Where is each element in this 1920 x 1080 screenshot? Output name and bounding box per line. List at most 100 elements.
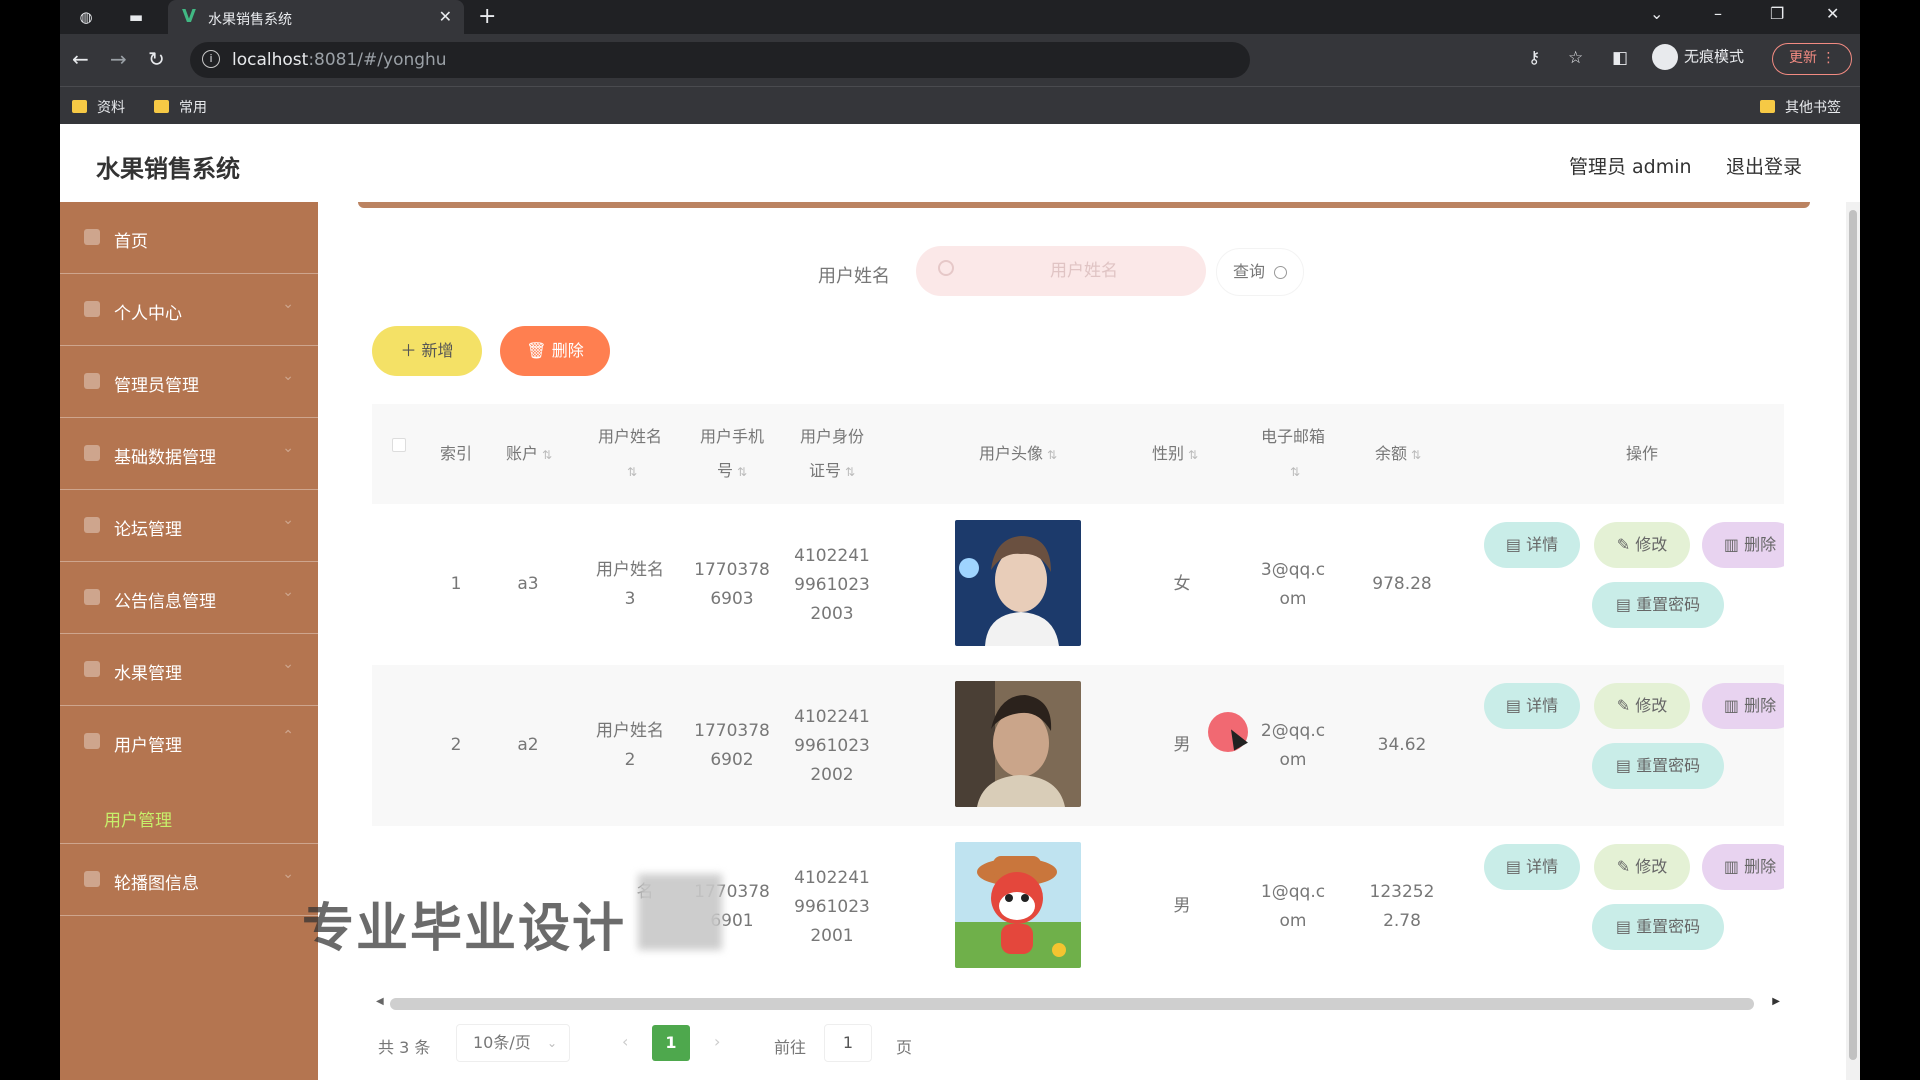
incognito-indicator[interactable]: 无痕模式 bbox=[1652, 44, 1744, 70]
page-number-current[interactable]: 1 bbox=[652, 1025, 690, 1061]
bookmark-folder[interactable]: 资料 bbox=[72, 97, 125, 117]
bookmark-label: 资料 bbox=[97, 100, 125, 116]
th-balance[interactable]: 余额 ⇅ bbox=[1358, 437, 1438, 472]
delete-button[interactable]: ▥ 删除 bbox=[1702, 683, 1784, 729]
sidebar-subitem-label: 用户管理 bbox=[104, 811, 172, 831]
batch-delete-button[interactable]: 🗑 删除 bbox=[500, 326, 610, 376]
sidebar-item-profile[interactable]: 个人中心 ⌄ bbox=[60, 274, 318, 346]
th-name[interactable]: 用户姓名 ⇅ bbox=[596, 420, 664, 489]
bookmark-folder[interactable]: 常用 bbox=[154, 97, 207, 117]
cell-text: 1@qq.c bbox=[1260, 882, 1326, 902]
next-page-icon[interactable]: › bbox=[714, 1032, 720, 1051]
sidebar-item-basic-data[interactable]: 基础数据管理 ⌄ bbox=[60, 418, 318, 490]
th-label: 用户手机号 bbox=[699, 427, 764, 480]
sidebar-item-label: 基础数据管理 bbox=[114, 448, 216, 468]
sidepanel-icon[interactable]: ◧ bbox=[1612, 48, 1628, 68]
globe-icon[interactable]: ◍ bbox=[76, 7, 96, 27]
reset-password-button[interactable]: ▤ 重置密码 bbox=[1592, 904, 1724, 950]
add-button[interactable]: ＋ 新增 bbox=[372, 326, 482, 376]
query-button[interactable]: 查询 bbox=[1216, 248, 1304, 296]
sidebar-item-users[interactable]: 用户管理 ⌃ bbox=[60, 706, 318, 778]
page-size-select[interactable]: 10条/页 ⌄ bbox=[456, 1024, 570, 1062]
th-account[interactable]: 账户 ⇅ bbox=[484, 437, 574, 472]
update-button[interactable]: 更新 ⋮ bbox=[1772, 43, 1852, 75]
tab-list-chevron-icon[interactable]: ⌄ bbox=[1650, 4, 1663, 23]
prev-page-icon[interactable]: ‹ bbox=[622, 1032, 628, 1051]
address-bar[interactable]: i localhost:8081/#/yonghu bbox=[190, 42, 1250, 78]
horizontal-scrollbar[interactable]: ◀ ▶ bbox=[372, 996, 1784, 1012]
scroll-right-icon[interactable]: ▶ bbox=[1772, 996, 1780, 1007]
sidebar-item-label: 轮播图信息 bbox=[114, 874, 199, 894]
detail-label: 详情 bbox=[1526, 696, 1559, 715]
reset-password-button[interactable]: ▤ 重置密码 bbox=[1592, 743, 1724, 789]
th-id-card[interactable]: 用户身份证号 ⇅ bbox=[796, 420, 868, 489]
cell-text: 2@qq.c bbox=[1260, 721, 1326, 741]
detail-label: 详情 bbox=[1526, 857, 1559, 876]
cell-text: 2002 bbox=[810, 765, 854, 785]
chevron-down-icon: ⌄ bbox=[282, 512, 294, 528]
restore-icon[interactable]: ❐ bbox=[1770, 4, 1784, 23]
sidebar-subitem-user-management[interactable]: 用户管理 bbox=[60, 788, 318, 844]
logout-button[interactable]: 退出登录 bbox=[1726, 152, 1802, 179]
th-label: 用户姓名 bbox=[597, 427, 662, 446]
edit-button[interactable]: ✎ 修改 bbox=[1594, 683, 1690, 729]
sidebar-item-label: 个人中心 bbox=[114, 304, 182, 324]
vertical-scrollbar[interactable] bbox=[1846, 202, 1860, 1080]
scrollbar-thumb[interactable] bbox=[1849, 210, 1857, 1060]
reset-password-button[interactable]: ▤ 重置密码 bbox=[1592, 582, 1724, 628]
goto-page-input[interactable]: 1 bbox=[824, 1024, 872, 1062]
new-tab-icon[interactable]: + bbox=[478, 4, 496, 29]
trash-icon: ▥ bbox=[1723, 535, 1745, 554]
admin-icon bbox=[84, 373, 100, 389]
sort-icon: ⇅ bbox=[626, 465, 638, 479]
cell-text: 978.28 bbox=[1372, 574, 1432, 594]
reload-icon[interactable]: ↻ bbox=[148, 47, 165, 71]
browser-toolbar: ← → ↻ i localhost:8081/#/yonghu ⚷ ☆ ◧ 无痕… bbox=[60, 34, 1860, 86]
info-icon[interactable]: i bbox=[202, 50, 220, 68]
th-label: 余额 bbox=[1374, 444, 1407, 463]
th-email[interactable]: 电子邮箱 ⇅ bbox=[1254, 420, 1332, 489]
back-icon[interactable]: ← bbox=[72, 47, 89, 71]
delete-label: 删除 bbox=[551, 341, 584, 360]
tab-search-icon[interactable]: ▬ bbox=[126, 7, 146, 27]
other-bookmarks-label: 其他书签 bbox=[1785, 100, 1841, 116]
url-text: localhost:8081/#/yonghu bbox=[232, 50, 447, 70]
scroll-left-icon[interactable]: ◀ bbox=[376, 996, 384, 1007]
close-tab-icon[interactable]: ✕ bbox=[439, 7, 452, 26]
key-icon[interactable]: ⚷ bbox=[1528, 48, 1540, 68]
bookmark-label: 常用 bbox=[179, 100, 207, 116]
name-search-input[interactable] bbox=[916, 246, 1206, 296]
sidebar-item-forum[interactable]: 论坛管理 ⌄ bbox=[60, 490, 318, 562]
th-phone[interactable]: 用户手机号 ⇅ bbox=[696, 420, 768, 489]
detail-button[interactable]: ▤ 详情 bbox=[1484, 683, 1580, 729]
sidebar-item-fruits[interactable]: 水果管理 ⌄ bbox=[60, 634, 318, 706]
cell-text: 9961023 bbox=[794, 897, 870, 917]
cell-email: 2@qq.c om bbox=[1248, 717, 1338, 775]
cell-index: 1 bbox=[450, 574, 462, 594]
th-avatar[interactable]: 用户头像 ⇅ bbox=[948, 437, 1088, 472]
pencil-icon: ✎ bbox=[1616, 857, 1636, 876]
forward-icon[interactable]: → bbox=[110, 47, 127, 71]
edit-button[interactable]: ✎ 修改 bbox=[1594, 844, 1690, 890]
delete-button[interactable]: ▥ 删除 bbox=[1702, 844, 1784, 890]
th-gender[interactable]: 性别 ⇅ bbox=[1138, 437, 1212, 472]
close-window-icon[interactable]: ✕ bbox=[1826, 4, 1839, 23]
select-all-checkbox[interactable] bbox=[392, 438, 406, 452]
sidebar-item-notices[interactable]: 公告信息管理 ⌄ bbox=[60, 562, 318, 634]
browser-tab[interactable]: V 水果销售系统 ✕ bbox=[168, 0, 464, 34]
edit-button[interactable]: ✎ 修改 bbox=[1594, 522, 1690, 568]
minimize-icon[interactable]: – bbox=[1714, 4, 1722, 23]
star-icon[interactable]: ☆ bbox=[1568, 48, 1583, 68]
home-icon bbox=[84, 229, 100, 245]
detail-button[interactable]: ▤ 详情 bbox=[1484, 522, 1580, 568]
other-bookmarks[interactable]: 其他书签 bbox=[1760, 97, 1841, 117]
document-icon: ▤ bbox=[1615, 756, 1637, 775]
sidebar-item-carousel[interactable]: 轮播图信息 ⌄ bbox=[60, 844, 318, 916]
cell-text: 1770378 bbox=[694, 560, 770, 580]
scrollbar-thumb[interactable] bbox=[390, 998, 1754, 1010]
top-accent-bar bbox=[358, 202, 1810, 208]
sidebar-item-admins[interactable]: 管理员管理 ⌄ bbox=[60, 346, 318, 418]
detail-button[interactable]: ▤ 详情 bbox=[1484, 844, 1580, 890]
sidebar-item-home[interactable]: 首页 bbox=[60, 202, 318, 274]
delete-button[interactable]: ▥ 删除 bbox=[1702, 522, 1784, 568]
